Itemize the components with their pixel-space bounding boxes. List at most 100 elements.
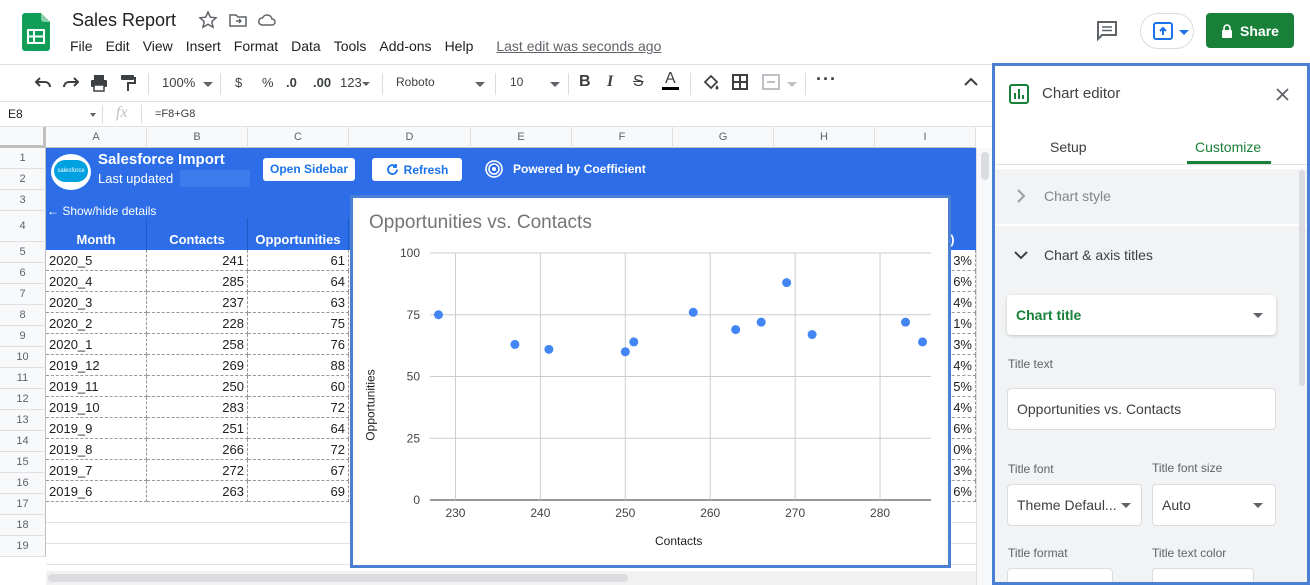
data-point[interactable] xyxy=(544,344,554,354)
decrease-decimal-button[interactable]: .0 xyxy=(286,75,297,90)
row-header-9[interactable]: 9 xyxy=(0,326,46,347)
row-header-7[interactable]: 7 xyxy=(0,284,46,305)
row-header-2[interactable]: 2 xyxy=(0,169,46,190)
comment-icon[interactable] xyxy=(1094,18,1120,44)
percent-button[interactable]: % xyxy=(262,75,274,90)
fill-color-icon[interactable] xyxy=(702,74,720,92)
tab-customize[interactable]: Customize xyxy=(1195,139,1261,155)
name-box[interactable]: E8 xyxy=(8,107,23,121)
table-cell-month[interactable]: 2020_2 xyxy=(46,313,147,334)
table-cell-opps[interactable]: 76 xyxy=(248,334,349,355)
table-cell-opps[interactable]: 61 xyxy=(248,250,349,271)
menu-tools[interactable]: Tools xyxy=(334,38,367,54)
panel-scrollbar[interactable] xyxy=(1299,170,1305,386)
data-point[interactable] xyxy=(510,339,520,349)
menu-data[interactable]: Data xyxy=(291,38,321,54)
column-header-h[interactable]: H xyxy=(774,127,875,148)
table-cell-contacts[interactable]: 228 xyxy=(147,313,248,334)
row-header-3[interactable]: 3 xyxy=(0,190,46,211)
table-cell-contacts[interactable]: 251 xyxy=(147,418,248,439)
borders-icon[interactable] xyxy=(732,74,748,90)
data-point[interactable] xyxy=(620,347,630,357)
move-folder-icon[interactable] xyxy=(228,10,248,30)
row-header-12[interactable]: 12 xyxy=(0,389,46,410)
merge-cells-icon[interactable] xyxy=(762,74,780,90)
row-header-8[interactable]: 8 xyxy=(0,305,46,326)
column-header-d[interactable]: D xyxy=(349,127,471,148)
column-header-e[interactable]: E xyxy=(471,127,572,148)
strikethrough-icon[interactable]: S xyxy=(633,73,644,91)
star-icon[interactable] xyxy=(198,10,218,30)
table-cell-contacts[interactable]: 237 xyxy=(147,292,248,313)
more-options-icon[interactable]: ··· xyxy=(816,69,837,90)
select-all-corner[interactable] xyxy=(0,127,46,148)
table-cell-contacts[interactable]: 263 xyxy=(147,481,248,502)
table-cell-opps[interactable]: 75 xyxy=(248,313,349,334)
data-point[interactable] xyxy=(756,317,766,327)
table-cell-contacts[interactable]: 258 xyxy=(147,334,248,355)
section-titles-label[interactable]: Chart & axis titles xyxy=(1044,247,1153,263)
table-cell-month[interactable]: 2019_9 xyxy=(46,418,147,439)
row-header-6[interactable]: 6 xyxy=(0,263,46,284)
refresh-button[interactable]: Refresh xyxy=(372,158,462,181)
italic-icon[interactable]: I xyxy=(607,73,613,91)
section-chart-style[interactable]: Chart style xyxy=(995,169,1307,224)
data-point[interactable] xyxy=(918,337,928,347)
table-cell-opps[interactable]: 63 xyxy=(248,292,349,313)
data-point[interactable] xyxy=(688,307,698,317)
row-header-16[interactable]: 16 xyxy=(0,473,46,494)
column-header-i[interactable]: I xyxy=(875,127,976,148)
menu-edit[interactable]: Edit xyxy=(106,38,130,54)
table-cell-contacts[interactable]: 272 xyxy=(147,460,248,481)
open-sidebar-button[interactable]: Open Sidebar xyxy=(263,158,355,181)
row-header-1[interactable]: 1 xyxy=(0,148,46,169)
table-cell-month[interactable]: 2020_1 xyxy=(46,334,147,355)
menu-insert[interactable]: Insert xyxy=(186,38,221,54)
zoom-select[interactable]: 100% xyxy=(162,75,195,90)
menu-help[interactable]: Help xyxy=(445,38,474,54)
row-header-18[interactable]: 18 xyxy=(0,515,46,536)
font-size-select[interactable]: 10 xyxy=(510,75,523,89)
menu-file[interactable]: File xyxy=(70,38,93,54)
table-cell-month[interactable]: 2019_6 xyxy=(46,481,147,502)
table-cell-contacts[interactable]: 285 xyxy=(147,271,248,292)
title-type-select[interactable]: Chart title xyxy=(1007,295,1276,335)
text-color-icon[interactable]: A xyxy=(662,71,679,90)
column-header-b[interactable]: B xyxy=(147,127,248,148)
table-cell-opps[interactable]: 67 xyxy=(248,460,349,481)
undo-icon[interactable] xyxy=(34,75,52,91)
title-text-color-select[interactable] xyxy=(1152,568,1254,582)
share-button[interactable]: Share xyxy=(1206,13,1294,48)
table-cell-opps[interactable]: 88 xyxy=(248,355,349,376)
horizontal-scrollbar[interactable] xyxy=(46,571,976,585)
scatter-chart[interactable]: Opportunities vs. Contacts 0 25 50 75 100 230… xyxy=(350,195,951,568)
present-button[interactable] xyxy=(1140,13,1194,49)
redo-icon[interactable] xyxy=(62,75,80,91)
chevron-down-icon[interactable] xyxy=(1013,250,1029,260)
table-cell-month[interactable]: 2019_8 xyxy=(46,439,147,460)
row-header-14[interactable]: 14 xyxy=(0,431,46,452)
vertical-scrollbar[interactable] xyxy=(976,148,992,585)
table-cell-month[interactable]: 2020_4 xyxy=(46,271,147,292)
table-cell-contacts[interactable]: 250 xyxy=(147,376,248,397)
menu-format[interactable]: Format xyxy=(234,38,278,54)
table-cell-month[interactable]: 2020_5 xyxy=(46,250,147,271)
table-cell-opps[interactable]: 64 xyxy=(248,271,349,292)
row-header-15[interactable]: 15 xyxy=(0,452,46,473)
table-cell-opps[interactable]: 64 xyxy=(248,418,349,439)
data-point[interactable] xyxy=(807,330,817,340)
row-header-5[interactable]: 5 xyxy=(0,242,46,263)
table-cell-month[interactable]: 2019_12 xyxy=(46,355,147,376)
document-title[interactable]: Sales Report xyxy=(72,10,176,31)
tab-setup[interactable]: Setup xyxy=(1050,139,1087,155)
formula-input[interactable]: =F8+G8 xyxy=(155,108,195,120)
currency-button[interactable]: $ xyxy=(235,75,242,90)
show-hide-details-link[interactable]: ← Show/hide details xyxy=(47,204,156,218)
table-cell-month[interactable]: 2019_10 xyxy=(46,397,147,418)
data-point[interactable] xyxy=(782,278,792,288)
table-cell-contacts[interactable]: 283 xyxy=(147,397,248,418)
row-header-13[interactable]: 13 xyxy=(0,410,46,431)
column-header-f[interactable]: F xyxy=(572,127,673,148)
table-cell-month[interactable]: 2019_7 xyxy=(46,460,147,481)
table-cell-month[interactable]: 2020_3 xyxy=(46,292,147,313)
